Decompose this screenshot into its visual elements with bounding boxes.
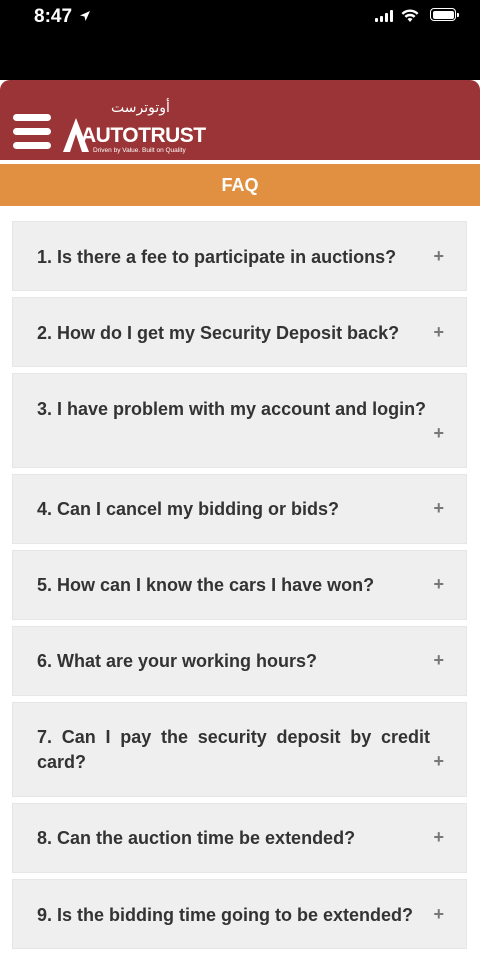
faq-question: 8. Can the auction time be extended? [37, 828, 356, 848]
faq-question: 6. What are your working hours? [37, 651, 318, 671]
location-arrow-icon [80, 11, 90, 21]
page-title: FAQ [0, 164, 480, 206]
faq-item-1[interactable]: 1. Is there a fee to participate in auct… [12, 221, 467, 291]
faq-item-2[interactable]: 2. How do I get my Security Deposit back… [12, 297, 467, 367]
signal-icon [375, 10, 393, 22]
faq-item-8[interactable]: 8. Can the auction time be extended? + [12, 803, 467, 873]
faq-question: 4. Can I cancel my bidding or bids? [37, 499, 340, 519]
faq-question: 3. I have problem with my account and lo… [37, 399, 427, 419]
expand-plus-icon[interactable]: + [433, 498, 444, 519]
logo-arabic-text: أوتوترست [111, 100, 170, 116]
wifi-icon [401, 9, 419, 22]
faq-item-4[interactable]: 4. Can I cancel my bidding or bids? + [12, 474, 467, 544]
status-bar: 8:47 [0, 0, 480, 80]
faq-item-3[interactable]: 3. I have problem with my account and lo… [12, 373, 467, 468]
faq-question: 7. Can I pay the security deposit by cre… [37, 727, 430, 772]
expand-plus-icon[interactable]: + [433, 751, 444, 772]
logo-tagline: Driven by Value. Built on Quality [93, 147, 186, 154]
status-time: 8:47 [34, 6, 73, 27]
autotrust-logo[interactable]: أوتوترست AUTOTRUST Driven by Value. Buil… [63, 100, 206, 158]
faq-list: 1. Is there a fee to participate in auct… [12, 221, 467, 955]
faq-item-5[interactable]: 5. How can I know the cars I have won? + [12, 550, 467, 620]
expand-plus-icon[interactable]: + [433, 650, 444, 671]
faq-item-7[interactable]: 7. Can I pay the security deposit by cre… [12, 702, 467, 797]
hamburger-menu-icon[interactable] [13, 114, 51, 150]
logo-text: AUTOTRUST [81, 124, 206, 147]
expand-plus-icon[interactable]: + [433, 827, 444, 848]
faq-question: 1. Is there a fee to participate in auct… [37, 247, 397, 267]
expand-plus-icon[interactable]: + [433, 246, 444, 267]
faq-item-9[interactable]: 9. Is the bidding time going to be exten… [12, 879, 467, 949]
expand-plus-icon[interactable]: + [433, 904, 444, 925]
expand-plus-icon[interactable]: + [433, 574, 444, 595]
battery-icon [430, 8, 459, 21]
faq-item-6[interactable]: 6. What are your working hours? + [12, 626, 467, 696]
faq-question: 2. How do I get my Security Deposit back… [37, 323, 400, 343]
expand-plus-icon[interactable]: + [433, 423, 444, 444]
expand-plus-icon[interactable]: + [433, 322, 444, 343]
faq-question: 5. How can I know the cars I have won? [37, 575, 375, 595]
